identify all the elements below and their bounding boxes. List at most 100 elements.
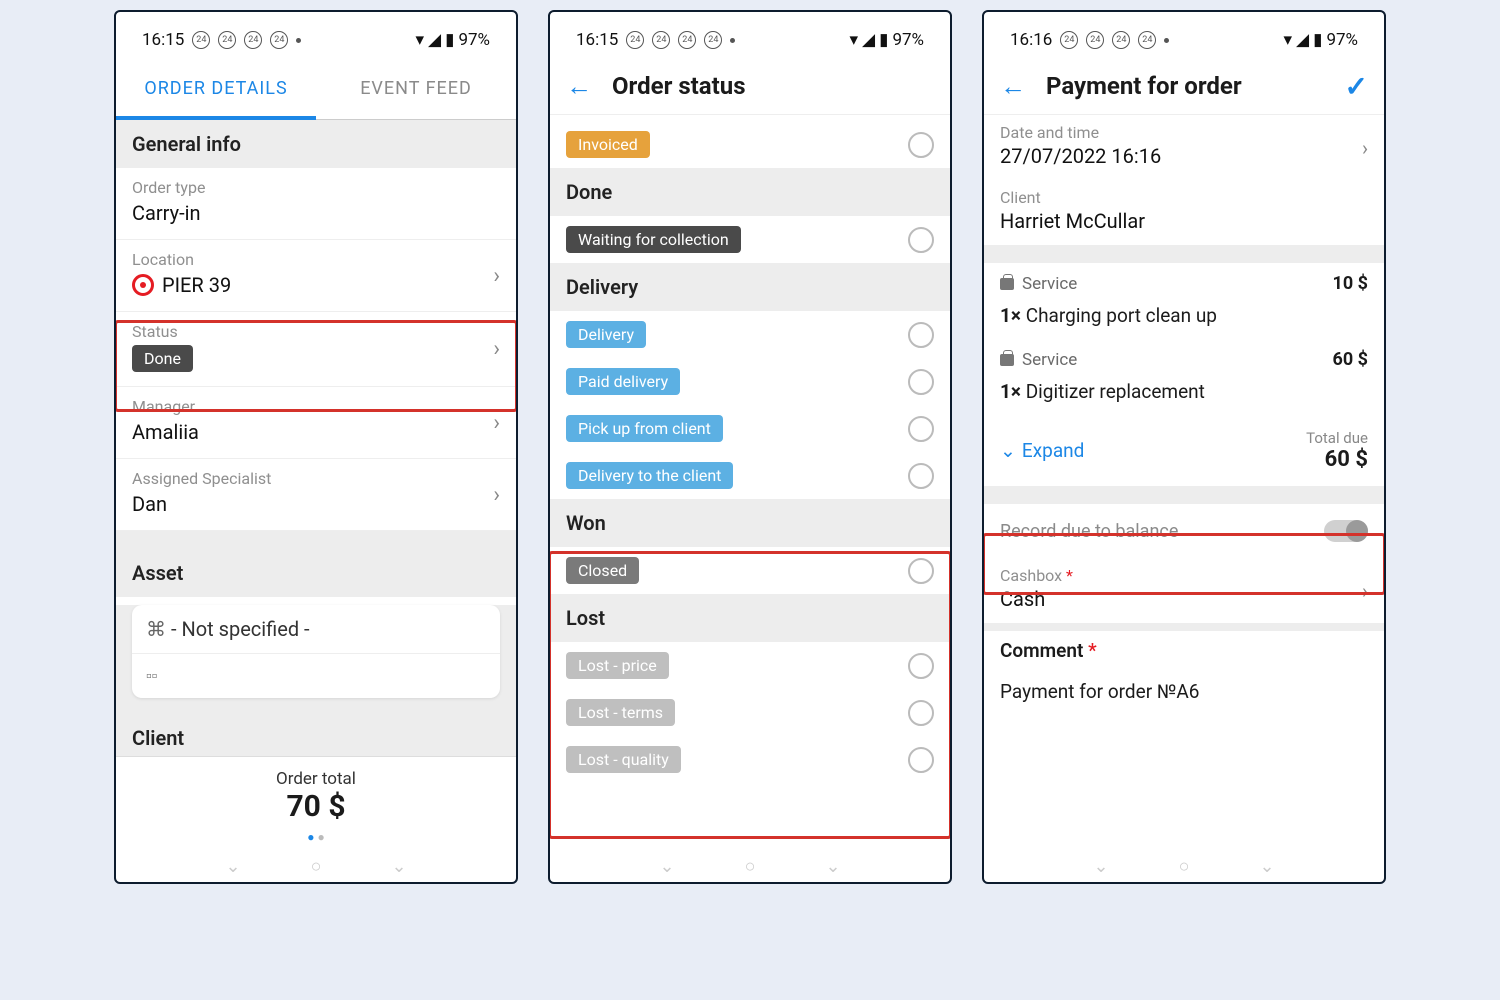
status-badge: Pick up from client: [566, 415, 723, 442]
cashbox-value: Cash: [1000, 587, 1368, 611]
battery-icon: ▮: [1313, 30, 1322, 50]
expand-row: ⌄ Expand Total due 60 $: [984, 415, 1384, 486]
comment-field[interactable]: Payment for order №A6: [984, 666, 1384, 850]
client-label: Client: [1000, 188, 1368, 207]
status-option-lost-terms[interactable]: Lost - terms: [550, 689, 950, 736]
radio-icon: [908, 369, 934, 395]
chevron-right-icon: ›: [493, 482, 500, 507]
wifi-icon: ▾: [849, 30, 858, 50]
status-option-closed[interactable]: Closed: [550, 547, 950, 594]
location-value: PIER 39: [162, 273, 231, 297]
row-order-type: Order type Carry-in: [116, 168, 516, 240]
ring-icon: 24: [704, 31, 722, 49]
battery-percent: 97%: [892, 30, 924, 50]
time-label: 16:16: [1010, 30, 1052, 50]
status-option-paid-delivery[interactable]: Paid delivery: [550, 358, 950, 405]
chevron-right-icon: ›: [493, 410, 500, 435]
notch-icon: ⌄: [1093, 856, 1108, 877]
briefcase-icon: [1000, 354, 1014, 366]
chevron-right-icon: ›: [1362, 136, 1368, 160]
nav-bar: ⌄○⌄: [550, 850, 950, 882]
tabs: ORDER DETAILS EVENT FEED: [116, 58, 516, 120]
status-option-delivery-to-client[interactable]: Delivery to the client: [550, 452, 950, 499]
status-option-pickup[interactable]: Pick up from client: [550, 405, 950, 452]
date-label: Date and time: [1000, 123, 1368, 142]
row-client: Client Harriet McCullar: [984, 180, 1384, 245]
tab-order-details[interactable]: ORDER DETAILS: [116, 58, 316, 120]
row-location[interactable]: Location PIER 39 ›: [116, 240, 516, 312]
manager-value: Amaliia: [132, 420, 500, 444]
status-badge: Waiting for collection: [566, 226, 741, 253]
totaldue-value: 60 $: [1306, 447, 1368, 472]
back-button[interactable]: ←: [566, 71, 592, 102]
wifi-icon: ▾: [1283, 30, 1292, 50]
record-due-label: Record due to balance: [1000, 521, 1178, 542]
pager-dots: ● ●: [116, 830, 516, 844]
dot-icon: [296, 38, 301, 43]
battery-percent: 97%: [458, 30, 490, 50]
service-line-2: 1× Digitizer replacement: [984, 380, 1384, 415]
radio-icon: [908, 700, 934, 726]
nav-bar: ⌄○⌄: [116, 850, 516, 882]
row-status[interactable]: Status Done ›: [116, 312, 516, 387]
ring-icon: 24: [1112, 31, 1130, 49]
status-option-lost-price[interactable]: Lost - price: [550, 642, 950, 689]
row-cashbox[interactable]: Cashbox * Cash ›: [984, 558, 1384, 623]
phone-order-status: 16:15 24 24 24 24 ▾ ◢ ▮ 97% ← Order stat…: [548, 10, 952, 884]
hash-icon: ⌘: [146, 617, 166, 641]
row-specialist[interactable]: Assigned Specialist Dan ›: [116, 459, 516, 531]
confirm-button[interactable]: ✓: [1345, 70, 1368, 103]
row-record-due[interactable]: Record due to balance: [984, 504, 1384, 558]
status-option-lost-quality[interactable]: Lost - quality: [550, 736, 950, 783]
radio-icon: [908, 322, 934, 348]
order-total-bar[interactable]: Order total 70 $ ● ●: [116, 756, 516, 850]
dot-icon: [730, 38, 735, 43]
manager-label: Manager: [132, 397, 500, 416]
status-badge: Closed: [566, 557, 639, 584]
status-badge: Lost - price: [566, 652, 669, 679]
row-datetime[interactable]: Date and time 27/07/2022 16:16 ›: [984, 115, 1384, 180]
page-title: Payment for order: [1046, 72, 1242, 100]
status-option-delivery[interactable]: Delivery: [550, 311, 950, 358]
status-badge: Delivery to the client: [566, 462, 733, 489]
date-value: 27/07/2022 16:16: [1000, 144, 1368, 168]
radio-icon: [908, 416, 934, 442]
ring-icon: 24: [1086, 31, 1104, 49]
ring-icon: 24: [244, 31, 262, 49]
status-label: Status: [132, 322, 500, 341]
ring-icon: 24: [270, 31, 288, 49]
chevron-down-icon: ⌄: [1000, 439, 1016, 462]
client-value: Harriet McCullar: [1000, 209, 1368, 233]
status-badge: Lost - terms: [566, 699, 675, 726]
ring-icon: 24: [652, 31, 670, 49]
asset-card[interactable]: ⌘ - Not specified - ▫▫: [132, 605, 500, 698]
section-client: Client: [116, 714, 516, 756]
status-option-invoiced[interactable]: Invoiced: [550, 121, 950, 168]
status-badge: Invoiced: [566, 131, 650, 158]
toggle-switch[interactable]: [1324, 520, 1368, 542]
notch-icon: ⌄: [659, 856, 674, 877]
circle-icon: ○: [745, 856, 756, 877]
notch-icon: ⌄: [1259, 856, 1274, 877]
battery-icon: ▮: [879, 30, 888, 50]
row-manager[interactable]: Manager Amaliia ›: [116, 387, 516, 459]
status-badge: Done: [132, 345, 193, 372]
order-total-label: Order total: [116, 769, 516, 789]
status-badge: Delivery: [566, 321, 646, 348]
ring-icon: 24: [678, 31, 696, 49]
location-icon: [132, 274, 154, 296]
tab-event-feed[interactable]: EVENT FEED: [316, 58, 516, 120]
status-option-waiting[interactable]: Waiting for collection: [550, 216, 950, 263]
section-won: Won: [550, 499, 950, 547]
circle-icon: ○: [311, 856, 322, 877]
back-button[interactable]: ←: [1000, 71, 1026, 102]
time-label: 16:15: [576, 30, 618, 50]
radio-icon: [908, 132, 934, 158]
service-price: 60 $: [1333, 349, 1368, 370]
specialist-value: Dan: [132, 492, 500, 516]
status-bar: 16:16 24 24 24 24 ▾ ◢ ▮ 97%: [984, 22, 1384, 58]
battery-percent: 97%: [1326, 30, 1358, 50]
expand-button[interactable]: ⌄ Expand: [1000, 439, 1084, 462]
ring-icon: 24: [1138, 31, 1156, 49]
status-badge: Lost - quality: [566, 746, 681, 773]
